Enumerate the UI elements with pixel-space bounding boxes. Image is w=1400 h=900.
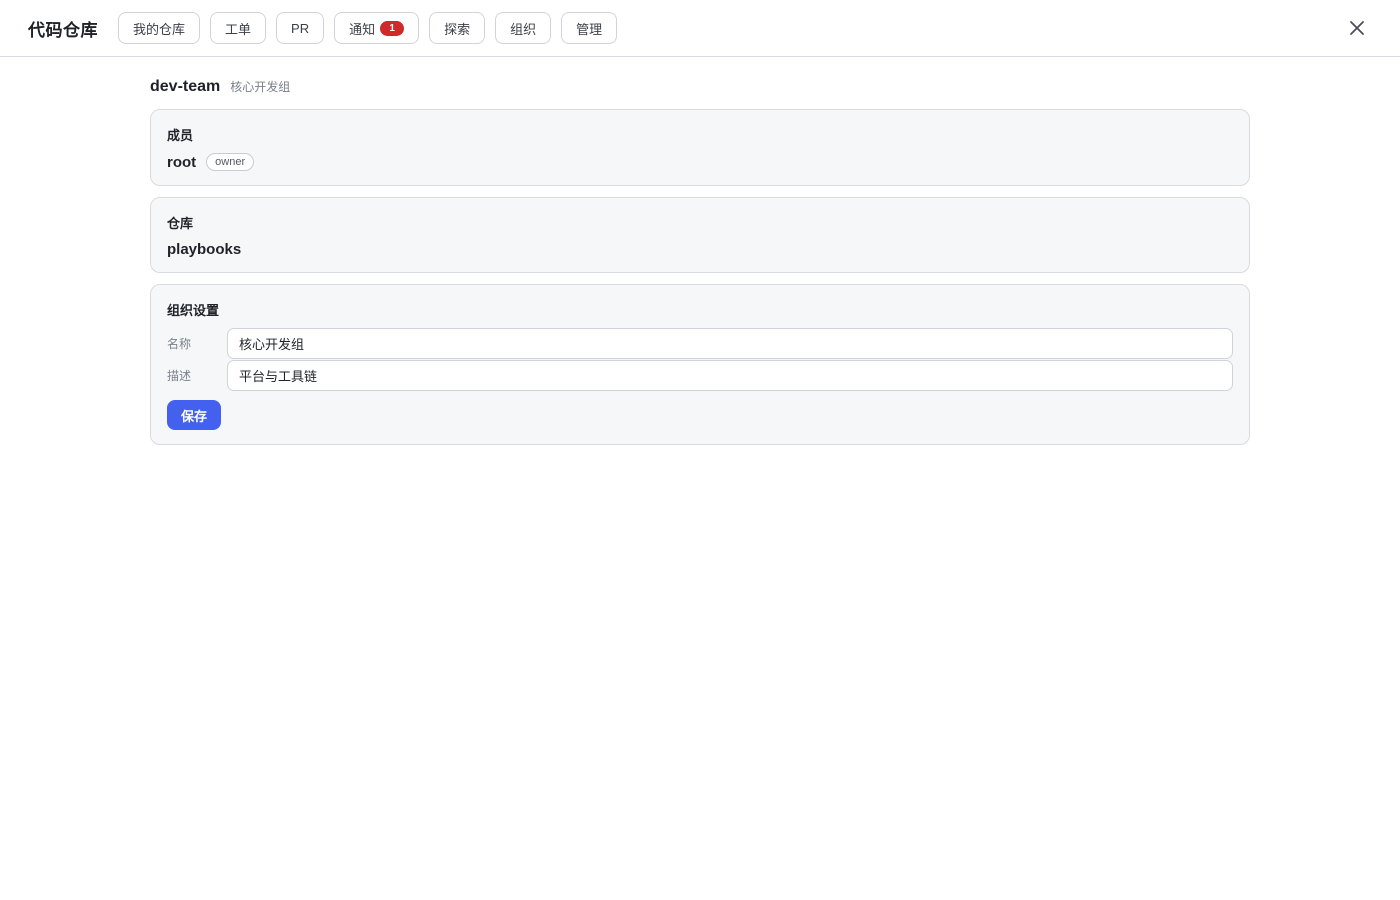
member-row: root owner — [167, 153, 1233, 171]
org-name-input[interactable] — [227, 328, 1233, 359]
members-title: 成员 — [167, 128, 194, 143]
name-form-row: 名称 — [167, 328, 1233, 359]
nav-explore-button[interactable]: 探索 — [429, 12, 486, 44]
org-desc-input[interactable] — [227, 360, 1233, 391]
nav-my-repos-button[interactable]: 我的仓库 — [118, 12, 201, 44]
nav-admin-label: 管理 — [576, 21, 603, 37]
member-role-badge: owner — [206, 153, 255, 171]
member-name[interactable]: root — [167, 154, 196, 171]
members-card: 成员 root owner — [150, 109, 1250, 186]
nav-orgs-button[interactable]: 组织 — [495, 12, 552, 44]
org-name: dev-team — [150, 78, 221, 95]
main-nav: 我的仓库 工单 PR 通知 1 探索 组织 管理 — [118, 12, 618, 44]
nav-pr-button[interactable]: PR — [276, 12, 325, 44]
app-title[interactable]: 代码仓库 — [28, 16, 98, 41]
nav-issues-label: 工单 — [225, 21, 252, 37]
org-settings-card: 组织设置 名称 描述 保存 — [150, 284, 1250, 445]
repo-link[interactable]: playbooks — [167, 241, 1233, 258]
name-label: 名称 — [167, 337, 192, 351]
desc-form-row: 描述 — [167, 360, 1233, 391]
org-page-content: dev-team 核心开发组 成员 root owner 仓库 playbook… — [150, 78, 1250, 456]
nav-admin-button[interactable]: 管理 — [561, 12, 618, 44]
nav-notifications-label: 通知 — [349, 21, 376, 37]
nav-explore-label: 探索 — [444, 21, 471, 37]
desc-label: 描述 — [167, 369, 192, 383]
nav-my-repos-label: 我的仓库 — [133, 21, 186, 37]
org-display-name: 核心开发组 — [230, 80, 291, 94]
nav-notifications-button[interactable]: 通知 1 — [334, 12, 420, 44]
nav-issues-button[interactable]: 工单 — [210, 12, 267, 44]
save-button[interactable]: 保存 — [167, 400, 222, 430]
repos-card: 仓库 playbooks — [150, 197, 1250, 273]
settings-title: 组织设置 — [167, 303, 220, 318]
org-header: dev-team 核心开发组 — [150, 78, 1250, 96]
repos-title: 仓库 — [167, 216, 194, 231]
close-button[interactable] — [1346, 17, 1368, 39]
nav-pr-label: PR — [291, 20, 310, 36]
top-navbar: 代码仓库 我的仓库 工单 PR 通知 1 探索 组织 管理 — [0, 0, 1400, 57]
close-icon — [1350, 21, 1364, 35]
notification-count-badge: 1 — [380, 20, 405, 36]
nav-orgs-label: 组织 — [510, 21, 537, 37]
